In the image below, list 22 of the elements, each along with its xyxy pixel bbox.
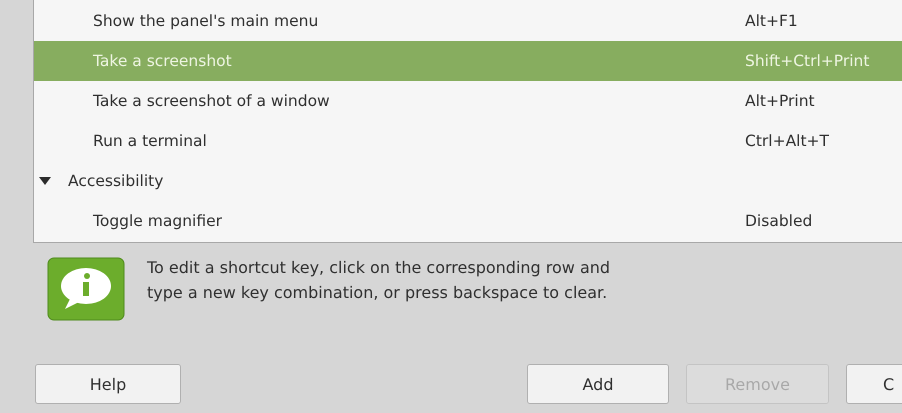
category-name: Accessibility (68, 172, 164, 190)
shortcut-name: Show the panel's main menu (93, 12, 320, 30)
shortcut-name: Toggle magnifier (93, 212, 224, 230)
shortcut-name: Run a terminal (93, 132, 208, 150)
shortcut-row[interactable]: Run a terminal Ctrl+Alt+T (34, 121, 902, 161)
shortcut-keys: Alt+Print (745, 92, 815, 110)
shortcut-name: Take a screenshot of a window (93, 92, 331, 110)
shortcut-keys: Disabled (745, 212, 812, 230)
shortcut-row[interactable]: Take a screenshot of a window Alt+Print (34, 81, 902, 121)
dialog-button[interactable]: Help (35, 364, 181, 404)
info-speech-bubble-icon (47, 257, 125, 321)
category-row[interactable]: Accessibility (34, 161, 902, 201)
shortcut-keys: Ctrl+Alt+T (745, 132, 830, 150)
shortcut-row[interactable]: Toggle magnifier Disabled (34, 201, 902, 241)
shortcut-keys: Shift+Ctrl+Print (745, 52, 870, 70)
dialog-button[interactable]: C (846, 364, 902, 404)
shortcut-row[interactable]: Show the panel's main menu Alt+F1 (34, 1, 902, 41)
expander-icon[interactable] (39, 177, 51, 185)
shortcut-name: Take a screenshot (93, 52, 233, 70)
info-text: To edit a shortcut key, click on the corresponding row and type a new key combination, or press backspace to clear. (147, 257, 612, 304)
shortcut-keys: Alt+F1 (745, 12, 798, 30)
dialog-button[interactable]: Add (527, 364, 669, 404)
